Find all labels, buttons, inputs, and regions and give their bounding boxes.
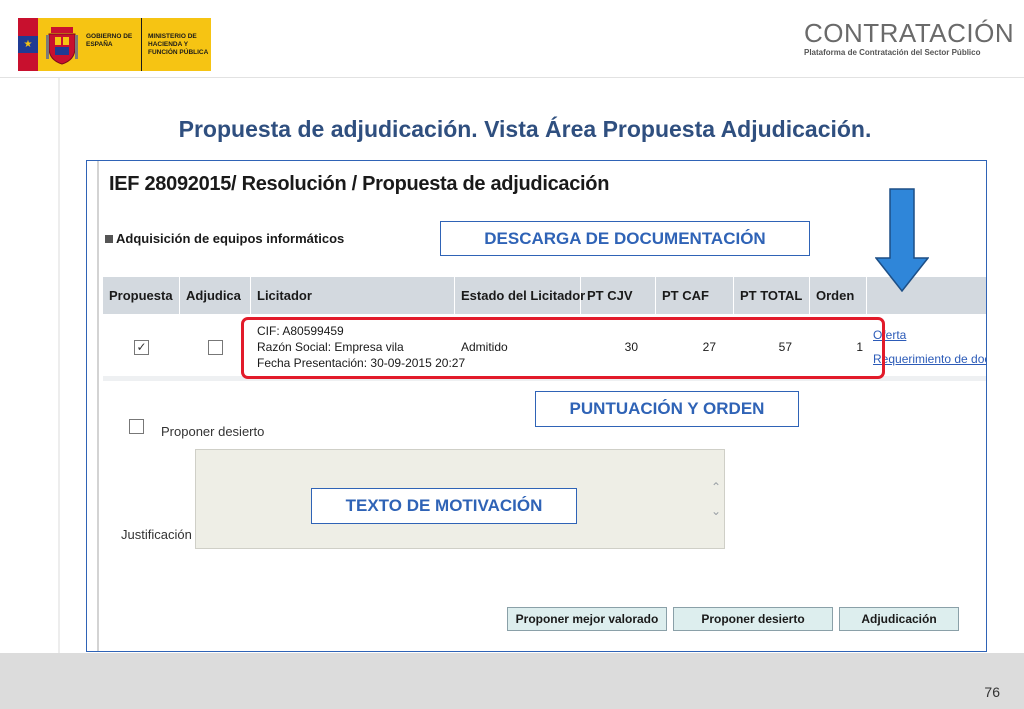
adjudicacion-button[interactable]: Adjudicación bbox=[839, 607, 959, 631]
cell-actions: Oferta Requerimiento de docu bbox=[867, 317, 986, 377]
page-heading: IEF 28092015/ Resolución / Propuesta de … bbox=[109, 173, 610, 195]
column-header-pt-cjv: PT CJV bbox=[581, 277, 656, 314]
left-divider bbox=[58, 78, 60, 653]
textarea-scrollbar[interactable]: ⌃ ⌄ bbox=[708, 450, 724, 548]
gobierno-text: GOBIERNO DE ESPAÑA bbox=[86, 18, 142, 71]
section-label-text: Adquisición de equipos informáticos bbox=[116, 231, 345, 246]
column-header-licitador: Licitador bbox=[251, 277, 455, 314]
table-header: Propuesta Adjudica Licitador Estado del … bbox=[103, 277, 986, 314]
proponer-mejor-valorado-button[interactable]: Proponer mejor valorado bbox=[507, 607, 667, 631]
callout-descarga-documentacion: DESCARGA DE DOCUMENTACIÓN bbox=[440, 221, 810, 256]
column-header-propuesta: Propuesta bbox=[103, 277, 180, 314]
eu-flag-icon: ★ bbox=[18, 18, 38, 71]
gobierno-logo: ★ GOBIERNO DE ESPAÑA MINISTERIO DE HACIE… bbox=[18, 18, 211, 71]
section-label: Adquisición de equipos informáticos bbox=[105, 231, 344, 246]
column-header-pt-caf: PT CAF bbox=[656, 277, 734, 314]
requerimiento-link[interactable]: Requerimiento de docu bbox=[873, 347, 986, 371]
cell-propuesta: ✓ bbox=[103, 317, 180, 377]
page-number: 76 bbox=[984, 684, 1000, 700]
justificacion-label: Justificación bbox=[121, 527, 192, 542]
proponer-desierto-label: Proponer desierto bbox=[161, 424, 265, 439]
coat-of-arms-icon bbox=[38, 18, 86, 71]
scroll-up-icon[interactable]: ⌃ bbox=[711, 480, 721, 494]
contratacion-brand: CONTRATACIÓN Plataforma de Contratación … bbox=[804, 18, 1014, 66]
column-header-pt-total: PT TOTAL bbox=[734, 277, 810, 314]
brand-subtitle: Plataforma de Contratación del Sector Pú… bbox=[804, 48, 981, 57]
slide-title: Propuesta de adjudicación. Vista Área Pr… bbox=[178, 116, 872, 142]
adjudica-checkbox[interactable] bbox=[208, 339, 223, 355]
brand-title: CONTRATACIÓN bbox=[804, 18, 1015, 48]
down-arrow-icon bbox=[875, 188, 929, 292]
callout-texto-motivacion: TEXTO DE MOTIVACIÓN bbox=[311, 488, 577, 524]
proponer-desierto-checkbox[interactable] bbox=[129, 419, 144, 434]
square-bullet-icon bbox=[105, 234, 113, 243]
slide-footer: 76 bbox=[0, 653, 1024, 709]
scroll-down-icon[interactable]: ⌄ bbox=[711, 504, 721, 518]
slide-header: ★ GOBIERNO DE ESPAÑA MINISTERIO DE HACIE… bbox=[0, 0, 1024, 78]
propuesta-checkbox[interactable]: ✓ bbox=[134, 339, 149, 355]
proponer-desierto-button[interactable]: Proponer desierto bbox=[673, 607, 833, 631]
highlight-box bbox=[241, 317, 885, 379]
ministerio-text: MINISTERIO DE HACIENDA Y FUNCIÓN PÚBLICA bbox=[148, 33, 209, 56]
column-header-orden: Orden bbox=[810, 277, 867, 314]
column-header-adjudica: Adjudica bbox=[180, 277, 251, 314]
callout-puntuacion-orden: PUNTUACIÓN Y ORDEN bbox=[535, 391, 799, 427]
column-header-estado: Estado del Licitador bbox=[455, 277, 585, 314]
